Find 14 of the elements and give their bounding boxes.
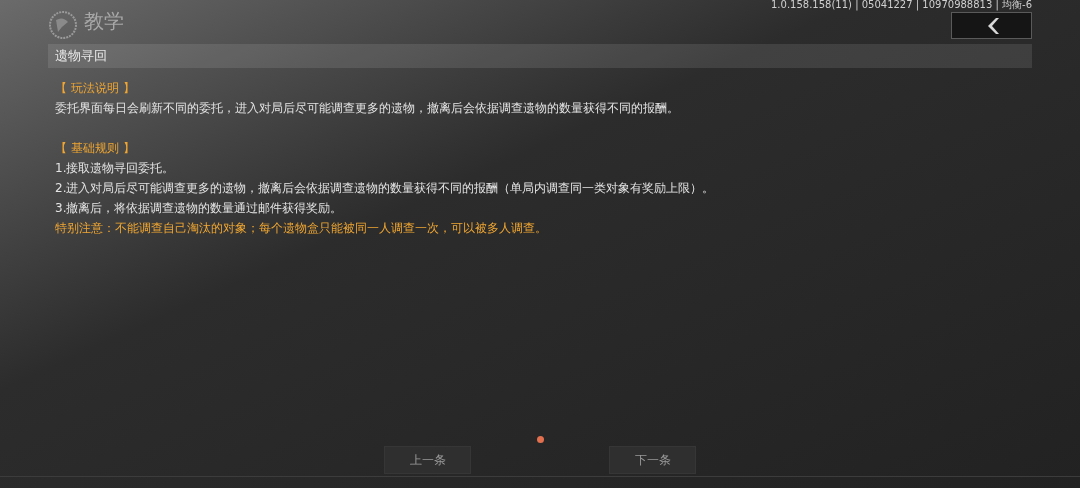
previous-button[interactable]: 上一条 [384, 446, 471, 474]
rule-text: 2.进入对局后尽可能调查更多的遗物，撤离后会依据调查遗物的数量获得不同的报酬（单局内调查同一类对象有奖励上限）。 [55, 180, 716, 197]
warning-text: 特别注意：不能调查自己淘汰的对象；每个遗物盒只能被同一人调查一次，可以被多人调查。 [55, 220, 548, 237]
section-heading: 【 基础规则 】 [55, 140, 136, 157]
header-title: 教学 [84, 11, 124, 31]
version-info: 1.0.158.158(11) | 05041227 | 10970988813 | 均衡-6 [771, 0, 1032, 10]
rule-text: 1.接取遗物寻回委托。 [55, 160, 176, 177]
next-button[interactable]: 下一条 [609, 446, 696, 474]
back-button[interactable] [951, 12, 1032, 39]
page-title: 遗物寻回 [55, 47, 107, 66]
rule-text: 委托界面每日会刷新不同的委托，进入对局后尽可能调查更多的遗物，撤离后会依据调查遗物的数量获得不同的报酬。 [55, 100, 680, 117]
section-heading: 【 玩法说明 】 [55, 80, 136, 97]
rule-text: 3.撤离后，将依据调查遗物的数量通过邮件获得奖励。 [55, 200, 344, 217]
globe-icon [48, 10, 78, 40]
